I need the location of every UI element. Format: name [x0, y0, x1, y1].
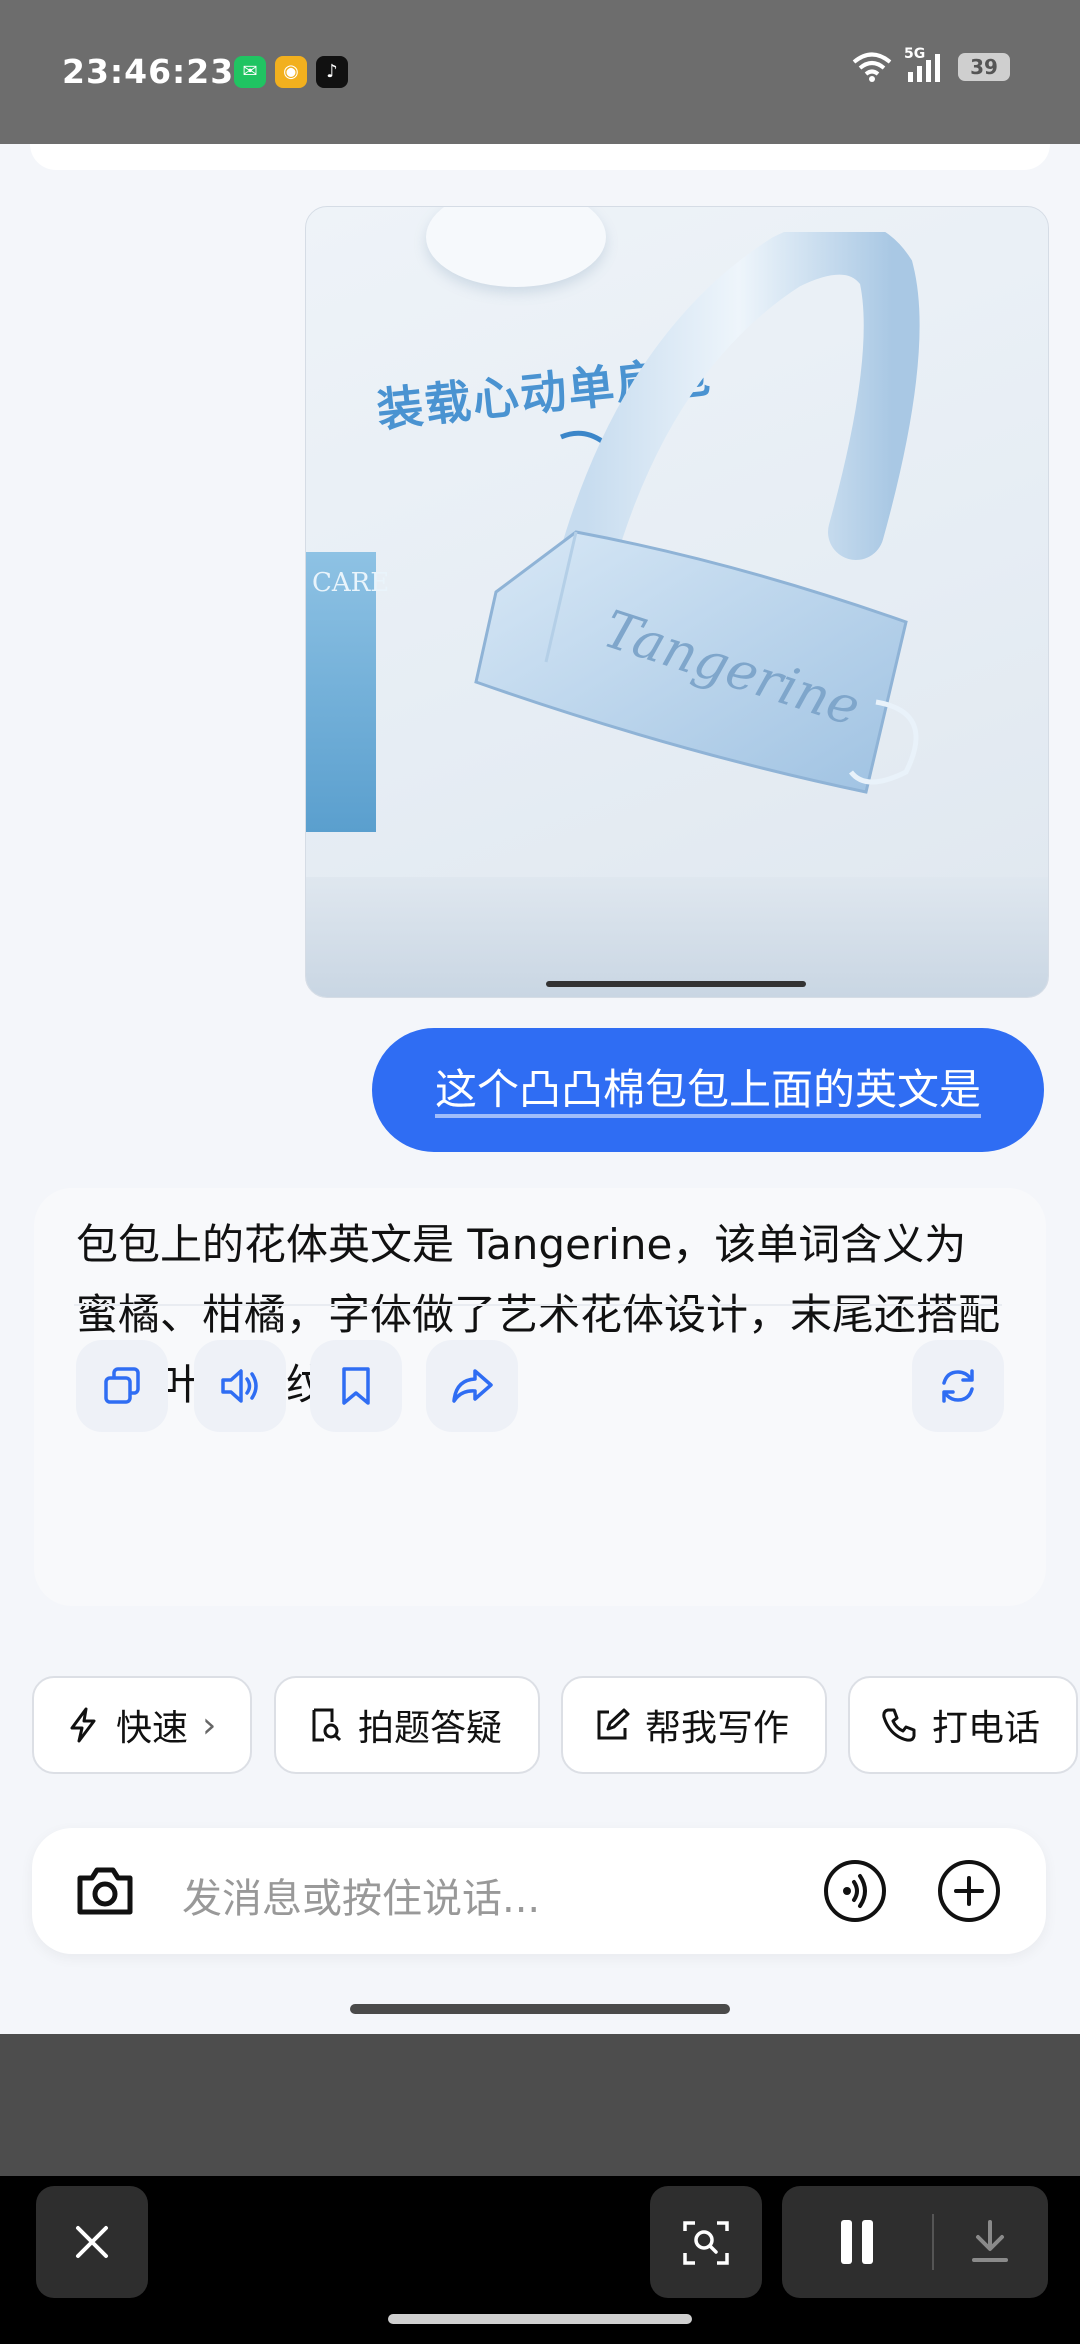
- phone-icon: [882, 1708, 916, 1742]
- scan-icon: [683, 2221, 729, 2265]
- image-floor: [306, 877, 1048, 997]
- share-button[interactable]: [426, 1340, 518, 1432]
- edit-icon: [597, 1708, 630, 1740]
- previous-message-edge: [30, 144, 1050, 170]
- message-composer: 发消息或按住说话...: [32, 1828, 1046, 1954]
- copy-button[interactable]: [76, 1340, 168, 1432]
- voice-input-icon[interactable]: [822, 1858, 888, 1924]
- bookmark-icon: [342, 1367, 370, 1405]
- share-icon: [452, 1369, 493, 1403]
- plus-icon[interactable]: [936, 1858, 1002, 1924]
- system-home-indicator: [388, 2314, 692, 2324]
- shoulder-bag-image: Tangerine: [474, 232, 920, 794]
- image-scroll-bar: [546, 981, 806, 987]
- weibo-icon: ◉: [275, 56, 307, 88]
- message-divider: [74, 1304, 1002, 1306]
- chevron-right-icon: ›: [202, 1704, 217, 1746]
- user-message-bubble[interactable]: 这个凸凸棉包包上面的英文是: [372, 1028, 1044, 1152]
- wifi-icon: [852, 52, 892, 82]
- screenshot-search-button[interactable]: [650, 2186, 762, 2298]
- call-label: 打电话: [932, 1708, 1041, 1749]
- write-chip[interactable]: 帮我写作: [561, 1676, 827, 1774]
- system-indicators: 5G 39: [852, 46, 1010, 84]
- user-message-text: 这个凸凸棉包包上面的英文是: [434, 1065, 981, 1114]
- shared-image[interactable]: CARE 装载心动单肩包 Tangerine: [305, 206, 1049, 998]
- close-recording-button[interactable]: [36, 2186, 148, 2298]
- photo-qa-label: 拍题答疑: [358, 1708, 503, 1749]
- photo-qa-chip[interactable]: 拍题答疑: [274, 1676, 540, 1774]
- write-label: 帮我写作: [645, 1708, 790, 1749]
- camera-icon[interactable]: [72, 1858, 138, 1924]
- wechat-icon: ✉: [234, 56, 266, 88]
- read-aloud-button[interactable]: [194, 1340, 286, 1432]
- bookmark-button[interactable]: [310, 1340, 402, 1432]
- app-home-indicator: [350, 2004, 730, 2014]
- recording-overlay-band: [0, 2034, 1080, 2176]
- side-card: CARE: [306, 552, 389, 832]
- side-card-text: CARE: [312, 568, 390, 598]
- call-chip[interactable]: 打电话: [848, 1676, 1078, 1774]
- download-icon: [972, 2220, 1008, 2262]
- speaker-icon: [221, 1369, 258, 1403]
- lightning-icon: [70, 1707, 96, 1743]
- close-icon: [76, 2226, 108, 2258]
- signal-icon: 5G: [904, 46, 946, 84]
- fast-mode-label: 快速: [116, 1708, 189, 1749]
- regenerate-button[interactable]: [912, 1340, 1004, 1432]
- assistant-message-card: 包包上的花体英文是 Tangerine，该单词含义为蜜橘、柑橘，字体做了艺术花体…: [34, 1188, 1046, 1606]
- clock: 23:46:23: [62, 52, 235, 91]
- message-input[interactable]: 发消息或按住说话...: [182, 1866, 540, 1924]
- recording-controls: [782, 2186, 1048, 2298]
- status-bar: 23:46:23 ✉ ◉ ♪ 5G 39: [0, 0, 1080, 144]
- battery-indicator: 39: [958, 53, 1010, 81]
- copy-icon: [104, 1367, 140, 1404]
- tiktok-icon: ♪: [316, 56, 348, 88]
- pause-icon: [841, 2220, 873, 2264]
- save-recording-button[interactable]: [932, 2186, 1048, 2298]
- pause-button[interactable]: [782, 2186, 932, 2298]
- fast-mode-chip[interactable]: 快速 ›: [32, 1676, 252, 1774]
- regenerate-icon: [942, 1369, 974, 1403]
- document-search-icon: [312, 1708, 342, 1742]
